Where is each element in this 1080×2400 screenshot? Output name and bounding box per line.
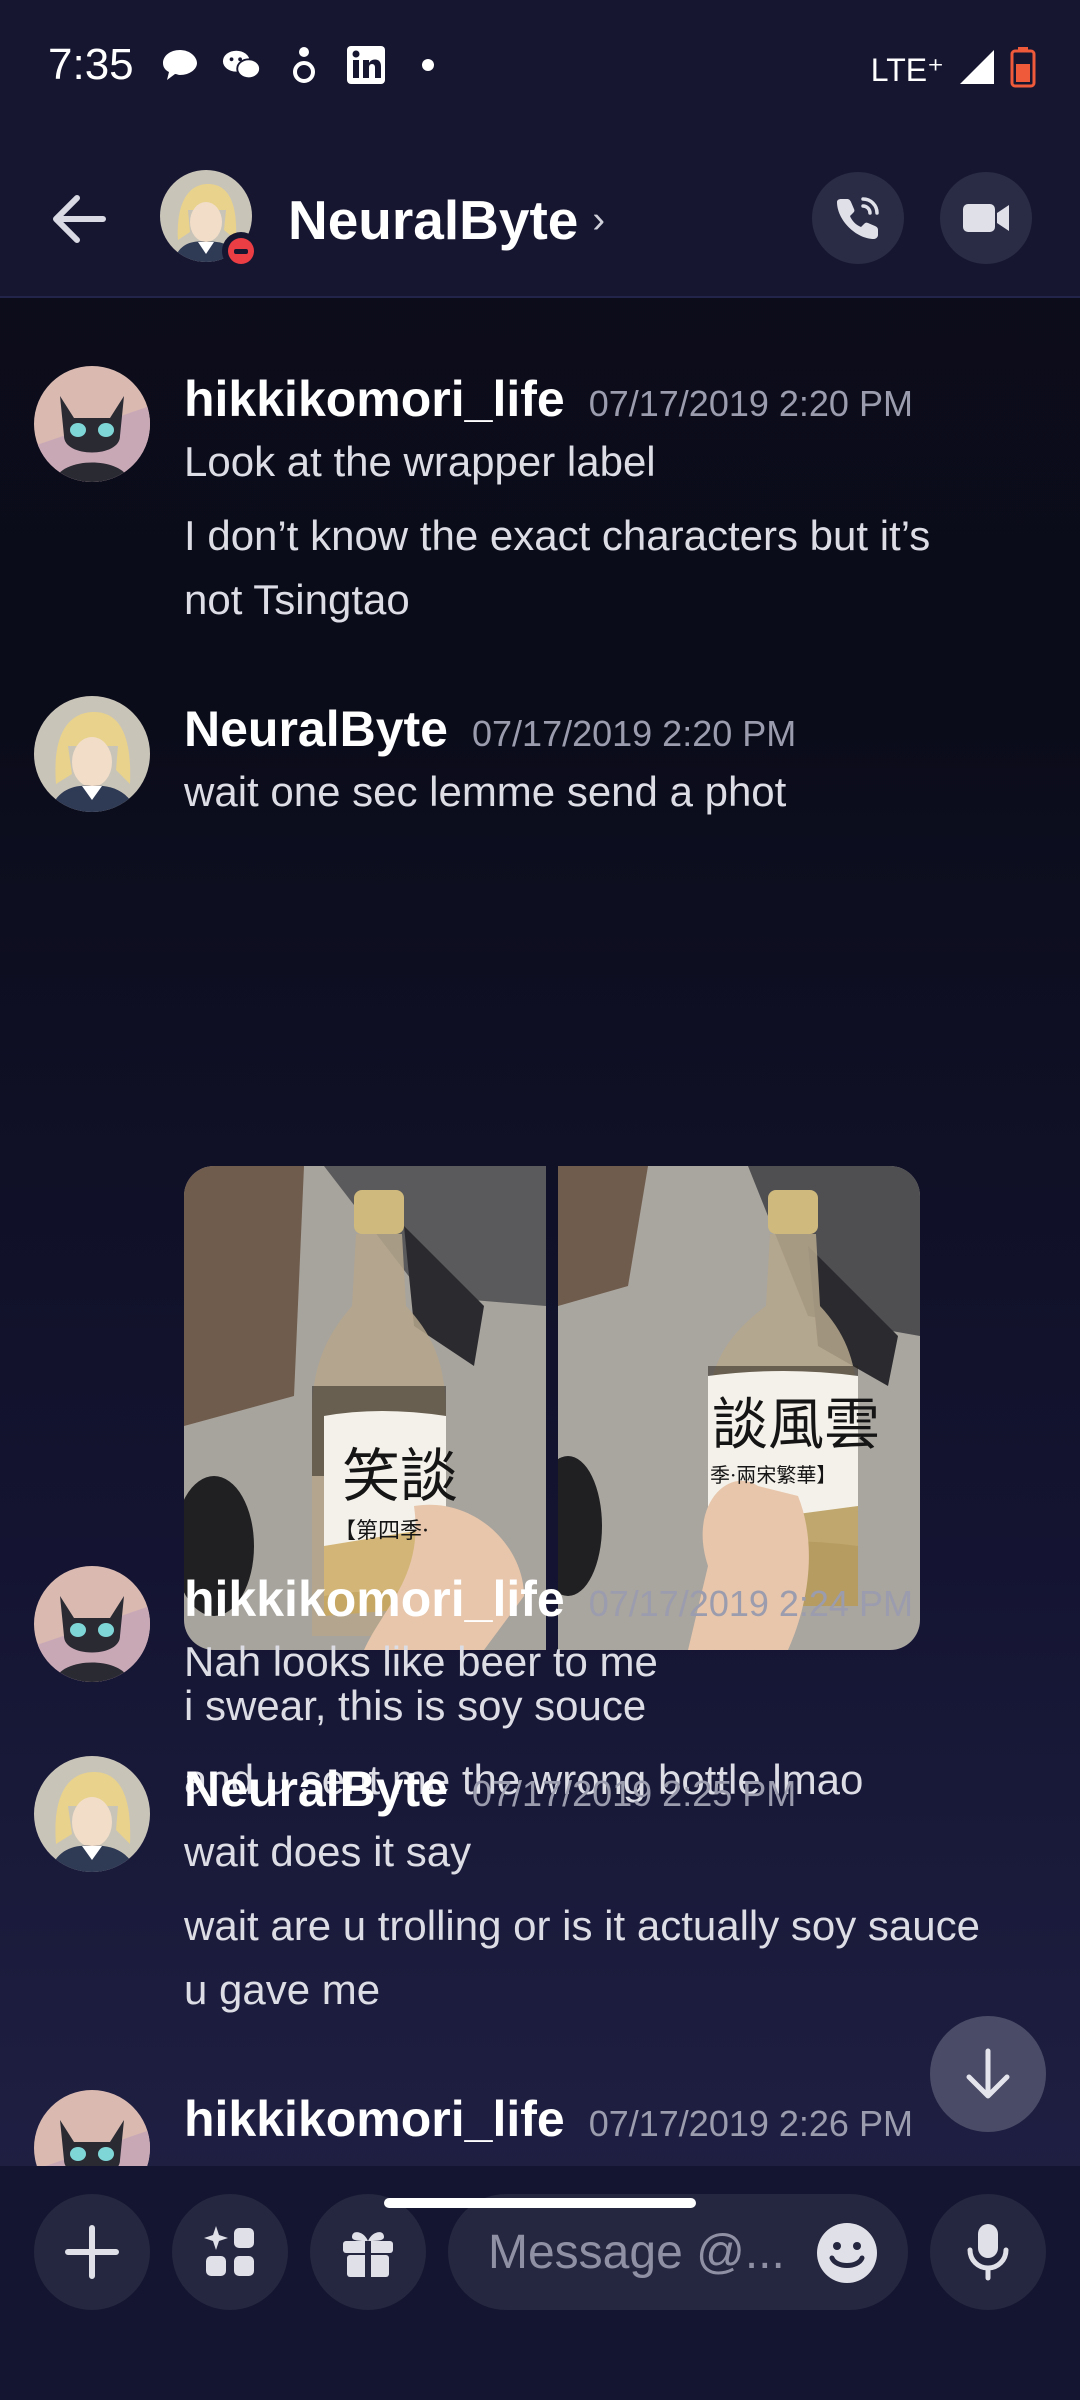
- voice-message-button[interactable]: [930, 2194, 1046, 2310]
- battery-icon: [1010, 46, 1036, 93]
- chevron-right-icon: ›: [592, 198, 606, 241]
- gift-button[interactable]: [310, 2194, 426, 2310]
- video-camera-icon: [963, 204, 1009, 232]
- chat-bubble-icon: [160, 45, 200, 85]
- status-right: LTE⁺: [871, 46, 1036, 93]
- message-text[interactable]: wait one sec lemme send a phot: [184, 760, 1044, 824]
- status-time: 7:35: [48, 40, 134, 89]
- message-timestamp: 07/17/2019 2:26 PM: [588, 2103, 913, 2144]
- status-bar: 7:35 LTE⁺: [0, 0, 1080, 140]
- more-dot-icon: [408, 45, 448, 85]
- message-text[interactable]: not Tsingtao: [184, 568, 1044, 632]
- message-text[interactable]: Look at the wrapper label: [184, 430, 1044, 494]
- channel-title-text: NeuralByte: [288, 189, 579, 251]
- dnd-status-icon: [222, 232, 260, 270]
- message-text[interactable]: Nah looks like beer to me: [184, 1630, 1044, 1694]
- bottle-label-text: 笑談: [342, 1442, 458, 1510]
- message-list[interactable]: hikkikomori_life 07/17/2019 2:20 PM Look…: [0, 300, 1080, 2166]
- wechat-icon: [222, 45, 262, 85]
- message-input-container[interactable]: [448, 2194, 908, 2310]
- back-button[interactable]: [48, 188, 110, 250]
- author-line: hikkikomori_life 07/17/2019 2:20 PM: [184, 370, 913, 428]
- network-label: LTE⁺: [870, 51, 944, 88]
- arrow-down-icon: [966, 2048, 1010, 2099]
- author-name[interactable]: NeuralByte: [184, 700, 448, 758]
- author-name[interactable]: hikkikomori_life: [184, 1570, 565, 1628]
- author-line: hikkikomori_life 07/17/2019 2:24 PM: [184, 1570, 913, 1628]
- emoji-button[interactable]: [816, 2222, 878, 2284]
- apps-sparkle-icon: [204, 2226, 254, 2276]
- bottle-label-subtext: 【第四季·: [334, 1519, 429, 1544]
- author-line: NeuralByte 07/17/2019 2:20 PM: [184, 700, 796, 758]
- microphone-icon: [967, 2224, 1009, 2281]
- bottle-label-subtext: 季·兩宋繁華】: [710, 1463, 836, 1487]
- author-name[interactable]: hikkikomori_life: [184, 370, 565, 428]
- message-text[interactable]: wait does it say: [184, 1820, 1044, 1884]
- linkedin-icon: [346, 45, 386, 85]
- avatar[interactable]: [34, 1566, 150, 1682]
- message-text[interactable]: wait are u trolling or is it actually so…: [184, 1894, 1044, 1958]
- message-timestamp: 07/17/2019 2:25 PM: [472, 1773, 797, 1814]
- apps-button[interactable]: [172, 2194, 288, 2310]
- message-timestamp: 07/17/2019 2:24 PM: [588, 1583, 913, 1624]
- notification-icons: [160, 45, 448, 85]
- chat-header: NeuralByte ›: [0, 140, 1080, 298]
- bottle-label-text: 談風雲: [712, 1393, 880, 1458]
- phone-call-icon: [837, 197, 879, 239]
- author-line: hikkikomori_life 07/17/2019 2:26 PM: [184, 2090, 913, 2148]
- add-attachment-button[interactable]: [34, 2194, 150, 2310]
- gift-icon: [343, 2232, 393, 2277]
- dot-app-icon: [284, 45, 324, 85]
- signal-icon: [958, 48, 996, 91]
- home-indicator: [384, 2198, 696, 2208]
- plus-icon: [65, 2225, 119, 2279]
- avatar[interactable]: [34, 1756, 150, 1872]
- message-composer: [0, 2166, 1080, 2400]
- message-timestamp: 07/17/2019 2:20 PM: [472, 713, 797, 754]
- smiley-icon: [817, 2223, 877, 2283]
- video-call-button[interactable]: [940, 172, 1032, 264]
- avatar[interactable]: [34, 2090, 150, 2166]
- author-name[interactable]: NeuralByte: [184, 1760, 448, 1818]
- author-name[interactable]: hikkikomori_life: [184, 2090, 565, 2148]
- channel-title[interactable]: NeuralByte ›: [288, 188, 605, 252]
- arrow-left-icon: [53, 195, 106, 243]
- jump-to-present-button[interactable]: [930, 2016, 1046, 2132]
- message-text[interactable]: u gave me: [184, 1958, 1044, 2022]
- message-text[interactable]: I don’t know the exact characters but it…: [184, 504, 1044, 568]
- voice-call-button[interactable]: [812, 172, 904, 264]
- message-timestamp: 07/17/2019 2:20 PM: [588, 383, 913, 424]
- message-input[interactable]: [488, 2224, 808, 2280]
- avatar[interactable]: [34, 366, 150, 482]
- avatar[interactable]: [34, 696, 150, 812]
- author-line: NeuralByte 07/17/2019 2:25 PM: [184, 1760, 796, 1818]
